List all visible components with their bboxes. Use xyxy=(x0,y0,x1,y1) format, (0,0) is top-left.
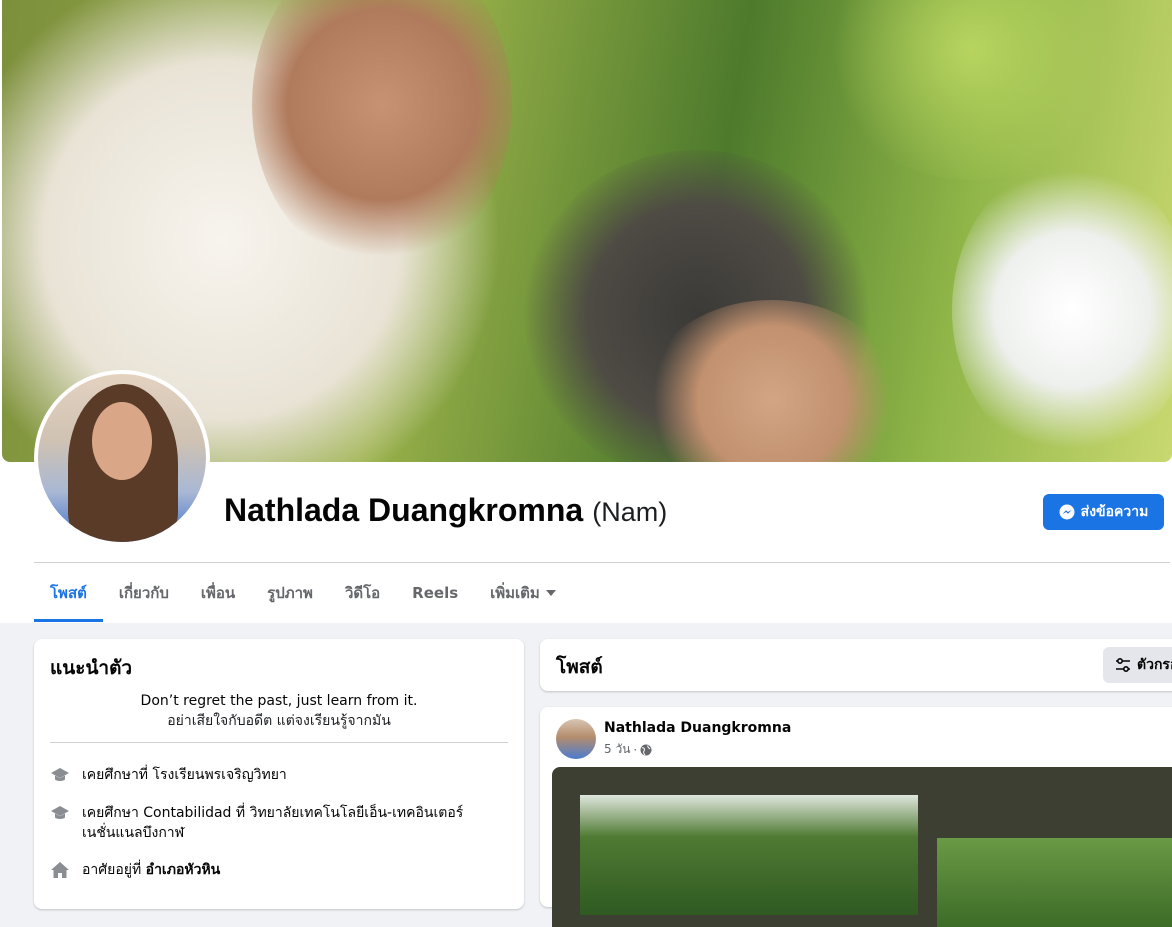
graduation-cap-icon xyxy=(51,768,69,781)
bio-line-1: Don’t regret the past, just learn from i… xyxy=(140,693,418,709)
bio-line-2: อย่าเสียใจกับอดีต แต่จงเรียนรู้จากมัน xyxy=(167,713,391,729)
post-media[interactable] xyxy=(552,767,1172,927)
post-author-name[interactable]: Nathlada Duangkromna xyxy=(604,720,791,736)
tab-videos-label: วิดีโอ xyxy=(344,584,381,602)
post-author-avatar[interactable] xyxy=(556,719,596,759)
tab-about[interactable]: เกี่ยวกับ xyxy=(103,564,185,622)
tab-more-label: เพิ่มเติม xyxy=(490,584,540,602)
post-meta-separator: · xyxy=(633,742,638,757)
posts-header-card: โพสต์ ตัวกรอง xyxy=(540,639,1172,691)
tab-photos[interactable]: รูปภาพ xyxy=(251,564,329,622)
post-photo[interactable] xyxy=(580,795,918,915)
message-button-label: ส่งข้อความ xyxy=(1080,504,1149,520)
profile-name-line: Nathlada Duangkromna (Nam) xyxy=(224,492,667,529)
profile-alternate-name: (Nam) xyxy=(592,497,668,527)
residence-place[interactable]: อำเภอหัวหิน xyxy=(146,862,221,878)
intro-card: แนะนำตัว Don’t regret the past, just lea… xyxy=(34,639,524,909)
message-button[interactable]: ส่งข้อความ xyxy=(1043,494,1164,530)
intro-item-education-2: เคยศึกษา Contabilidad ที่ วิทยาลัยเทคโนโ… xyxy=(50,803,500,843)
filter-button[interactable]: ตัวกรอง xyxy=(1103,647,1172,683)
sliders-icon xyxy=(1116,657,1130,673)
caret-down-icon xyxy=(545,590,556,596)
intro-item-text: อาศัยอยู่ที่ อำเภอหัวหิน xyxy=(82,860,220,880)
tab-reels[interactable]: Reels xyxy=(396,564,474,622)
intro-title: แนะนำตัว xyxy=(50,657,133,679)
profile-tabs: โพสต์ เกี่ยวกับ เพื่อน รูปภาพ วิดีโอ Ree… xyxy=(34,564,572,622)
intro-item-text: เคยศึกษา Contabilidad ที่ วิทยาลัยเทคโนโ… xyxy=(82,805,464,841)
globe-icon xyxy=(640,744,652,755)
tab-photos-label: รูปภาพ xyxy=(267,584,313,602)
tab-friends[interactable]: เพื่อน xyxy=(185,564,251,622)
messenger-icon xyxy=(1059,504,1075,520)
tab-reels-label: Reels xyxy=(412,584,459,602)
intro-bio: Don’t regret the past, just learn from i… xyxy=(50,691,508,731)
profile-name: Nathlada Duangkromna xyxy=(224,492,584,528)
post-photo[interactable] xyxy=(937,838,1172,927)
tab-friends-label: เพื่อน xyxy=(200,584,236,602)
post-card: Nathlada Duangkromna 5 วัน · xyxy=(540,707,1172,927)
post-meta: 5 วัน · xyxy=(604,740,652,759)
tab-more[interactable]: เพิ่มเติม xyxy=(474,564,572,622)
header-divider xyxy=(34,562,1170,563)
tab-videos[interactable]: วิดีโอ xyxy=(329,564,396,622)
filter-button-label: ตัวกรอง xyxy=(1137,657,1172,673)
tab-posts[interactable]: โพสต์ xyxy=(34,564,103,622)
home-icon xyxy=(51,862,69,878)
post-timestamp[interactable]: 5 วัน xyxy=(604,740,630,759)
graduation-cap-icon xyxy=(51,806,69,819)
profile-avatar[interactable] xyxy=(34,370,210,546)
tab-posts-label: โพสต์ xyxy=(50,584,87,602)
intro-divider xyxy=(50,742,508,743)
tab-about-label: เกี่ยวกับ xyxy=(118,584,169,602)
posts-title: โพสต์ xyxy=(556,656,603,678)
intro-item-education-1: เคยศึกษาที่ โรงเรียนพรเจริญวิทยา xyxy=(50,765,500,785)
residence-prefix: อาศัยอยู่ที่ xyxy=(82,862,142,878)
intro-item-residence: อาศัยอยู่ที่ อำเภอหัวหิน xyxy=(50,860,500,880)
intro-item-text: เคยศึกษาที่ โรงเรียนพรเจริญวิทยา xyxy=(82,767,287,783)
